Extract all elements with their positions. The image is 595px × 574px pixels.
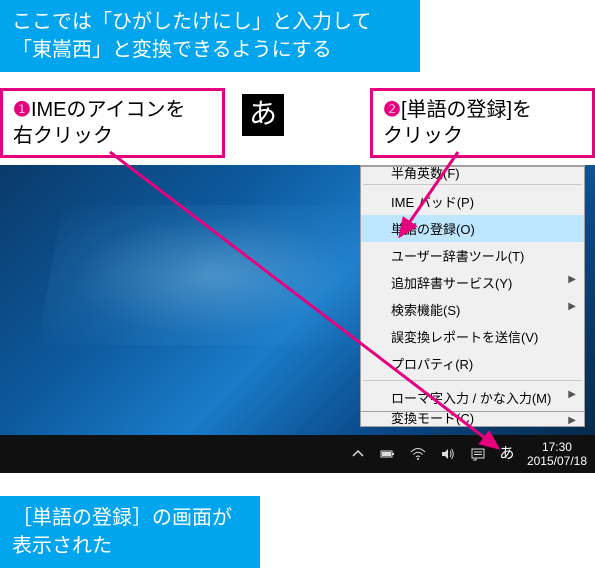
menu-item[interactable]: IME パッド(P) — [361, 188, 584, 215]
menu-item[interactable]: ユーザー辞書ツール(T) — [361, 242, 584, 269]
menu-item-label: プロパティ(R) — [391, 357, 473, 372]
submenu-arrow-icon: ▶ — [568, 417, 576, 425]
ime-demo-icon: あ — [242, 94, 284, 136]
result-line2: 表示された — [12, 535, 112, 557]
menu-item[interactable]: 単語の登録(O) — [361, 215, 584, 242]
clock-time: 17:30 — [527, 440, 587, 454]
desktop-wallpaper-glow — [38, 205, 383, 345]
menu-item[interactable]: 検索機能(S) ▶ — [361, 296, 584, 323]
menu-item-label: 変換モード(C) — [391, 411, 474, 426]
submenu-arrow-icon: ▶ — [568, 389, 576, 400]
menu-item-label: 検索機能(S) — [391, 303, 460, 318]
result-callout: ［単語の登録］の画面が 表示された — [0, 496, 260, 568]
step1-line1: IMEのアイコンを — [31, 99, 186, 121]
menu-item-label: ユーザー辞書ツール(T) — [391, 249, 524, 264]
menu-item[interactable]: プロパティ(R) — [361, 350, 584, 377]
step1-num: ❶ — [13, 99, 31, 121]
menu-separator — [363, 380, 582, 381]
step2-num: ❷ — [383, 99, 401, 121]
submenu-arrow-icon: ▶ — [568, 274, 576, 285]
menu-item-label: 単語の登録(O) — [391, 222, 475, 237]
submenu-arrow-icon: ▶ — [568, 301, 576, 312]
menu-item[interactable]: 追加辞書サービス(Y) ▶ — [361, 269, 584, 296]
step2-line1: [単語の登録]を — [401, 99, 532, 121]
menu-item-cutoff[interactable]: 半角英数(F) — [361, 166, 584, 181]
notification-icon[interactable] — [468, 444, 488, 464]
ime-context-menu: 半角英数(F) IME パッド(P) 単語の登録(O) ユーザー辞書ツール(T) 追加… — [360, 165, 585, 427]
intro-line1: ここでは「ひがしたけにし」と入力して — [12, 11, 371, 33]
step2-line2: クリック — [383, 125, 463, 147]
clock-date: 2015/07/18 — [527, 454, 587, 468]
menu-item[interactable]: 誤変換レポートを送信(V) — [361, 323, 584, 350]
result-line1: ［単語の登録］の画面が — [12, 507, 232, 529]
intro-line2: 「東嵩西」と変換できるようにする — [12, 39, 332, 61]
step1-callout: ❶IMEのアイコンを 右クリック — [0, 88, 225, 158]
tray-expand-icon[interactable] — [348, 444, 368, 464]
taskbar: あ 17:30 2015/07/18 — [0, 435, 595, 473]
step1-line2: 右クリック — [13, 125, 113, 147]
ime-tray-icon[interactable]: あ — [497, 444, 517, 464]
taskbar-clock[interactable]: 17:30 2015/07/18 — [527, 440, 587, 469]
wifi-icon[interactable] — [408, 444, 428, 464]
battery-icon[interactable] — [378, 444, 398, 464]
desktop-screenshot: 半角英数(F) IME パッド(P) 単語の登録(O) ユーザー辞書ツール(T) 追加… — [0, 165, 595, 473]
menu-item-label: 誤変換レポートを送信(V) — [391, 330, 538, 345]
menu-item-label: ローマ字入力 / かな入力(M) — [391, 391, 551, 406]
menu-separator — [363, 184, 582, 185]
menu-item-label: IME パッド(P) — [391, 195, 474, 210]
menu-item[interactable]: ローマ字入力 / かな入力(M) ▶ — [361, 384, 584, 411]
menu-item[interactable]: 変換モード(C) ▶ — [361, 411, 584, 426]
menu-item-label: 追加辞書サービス(Y) — [391, 276, 512, 291]
intro-callout: ここでは「ひがしたけにし」と入力して 「東嵩西」と変換できるようにする — [0, 0, 420, 72]
volume-icon[interactable] — [438, 444, 458, 464]
step2-callout: ❷[単語の登録]を クリック — [370, 88, 595, 158]
